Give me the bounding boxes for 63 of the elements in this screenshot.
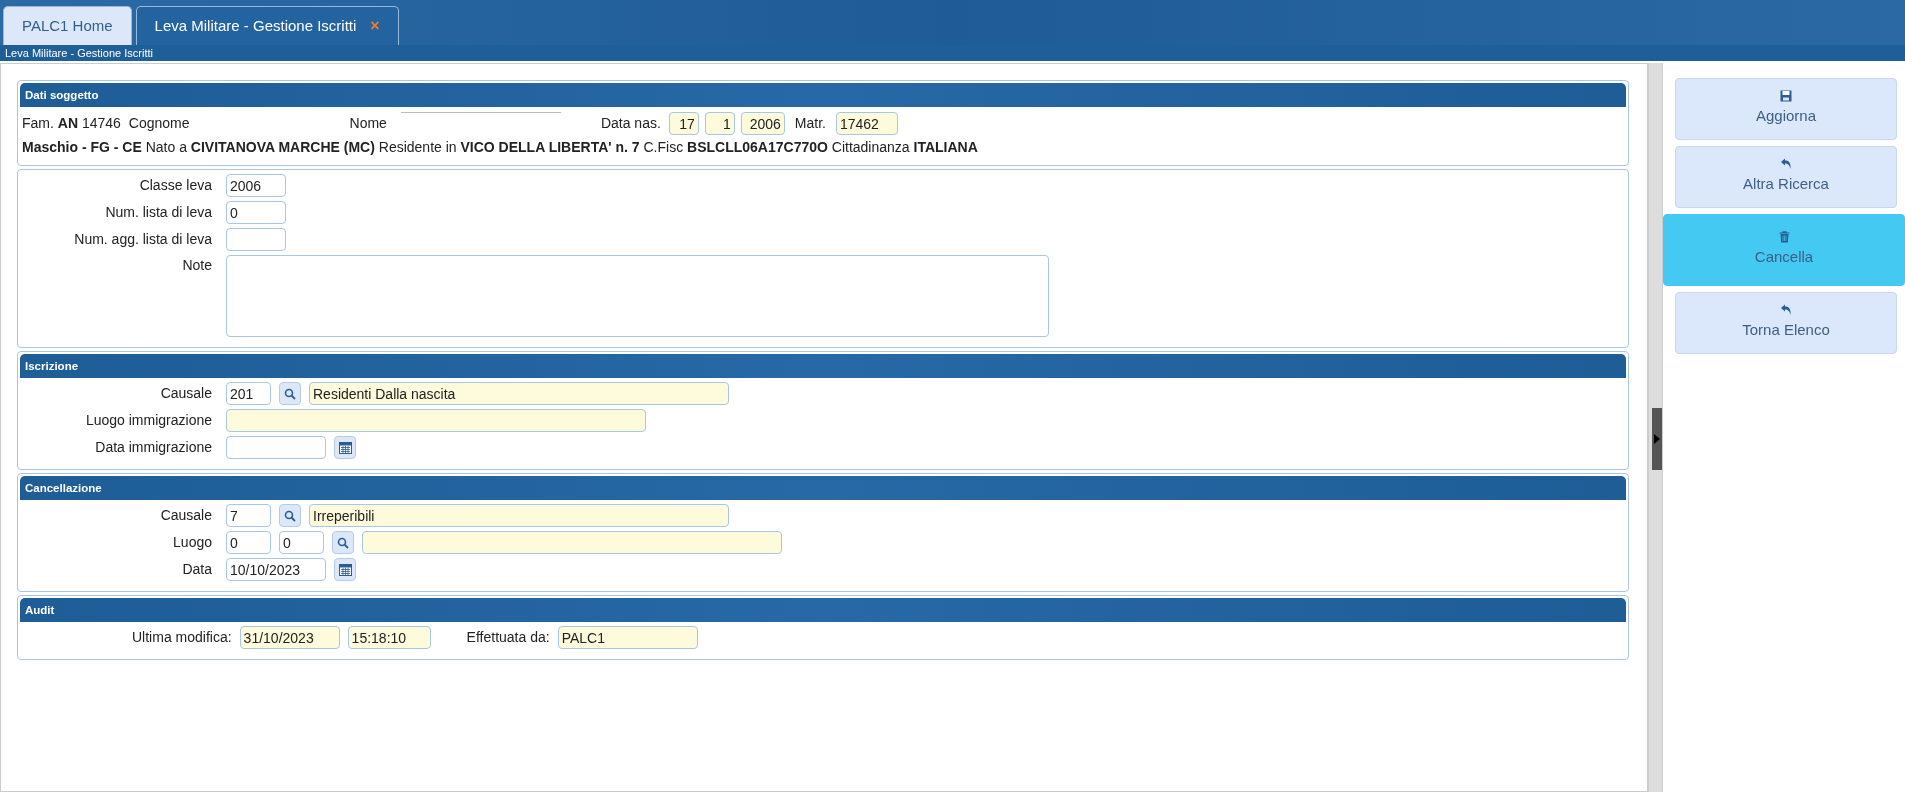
tab[interactable]: PALC1 Home [3,6,132,45]
input-field[interactable] [226,409,646,432]
search-button[interactable] [279,382,301,405]
field-label: Data [181,560,213,579]
field-label: Luogo [172,533,213,552]
splitter-handle[interactable] [1652,408,1662,470]
field-label: Ultima modifica: [132,628,232,647]
input-field[interactable]: Residenti Dalla nascita [309,382,729,405]
family-text: Fam. AN 14746 [22,114,121,133]
input-field[interactable]: Irreperibili [309,504,729,527]
field-label: Num. agg. lista di leva [73,230,213,249]
input-field[interactable] [226,436,326,459]
input-field[interactable]: 0 [226,531,271,554]
subject-details: Maschio - FG - CE Nato a CIVITANOVA MARCHE (MC) Residente in VICO DELLA LIBERTA' n. 7 C.Fisc BSLCLL06A17C770O Cittadinanza ITALIANA [22,138,978,157]
input-field[interactable]: 201 [226,382,271,405]
input-field[interactable]: 10/10/2023 [226,558,326,581]
action-button[interactable]: Cancella [1663,214,1905,286]
field-label: Cognome [128,114,190,133]
input-field[interactable]: 31/10/2023 [239,626,340,649]
input-field[interactable]: PALC1 [557,626,698,649]
input-field[interactable]: 0 [279,531,324,554]
section-header: Iscrizione [20,354,1626,378]
action-button[interactable]: Aggiorna [1675,78,1897,140]
search-icon [337,536,349,549]
field-label: Data nas. [600,114,661,133]
save-icon [1780,90,1792,103]
field-label: Effettuata da: [466,628,550,647]
date-field[interactable]: 2006 [740,112,785,135]
search-icon [284,509,296,522]
breadcrumb: Leva Militare - Gestione Iscritti [0,45,1905,61]
section-header: Audit [20,598,1626,622]
trash-icon [1778,231,1790,244]
field-label: Matr. [794,114,826,133]
action-button[interactable]: Torna Elenco [1675,292,1897,354]
input-field[interactable]: 0 [226,201,286,224]
field-label: Causale [159,384,213,403]
field-label: Causale [159,506,213,525]
action-button[interactable]: Altra Ricerca [1675,146,1897,208]
input-field[interactable]: 15:18:10 [347,626,431,649]
search-icon [284,387,296,400]
serial-field[interactable]: 17462 [835,112,898,135]
calendar-icon [338,441,352,454]
field-label: Nome [349,114,387,133]
search-button[interactable] [332,531,354,554]
search-button[interactable] [279,504,301,527]
field-label: Note [181,256,213,275]
input-field[interactable] [362,531,782,554]
tab[interactable]: Leva Militare - Gestione Iscritti × [135,6,399,45]
field-label: Data immigrazione [94,438,213,457]
field-label: Classe leva [138,176,213,195]
field-label: Num. lista di leva [104,203,213,222]
section-header: Cancellazione [20,476,1626,500]
input-field[interactable]: 7 [226,504,271,527]
calendar-button[interactable] [334,436,356,459]
section-header: Dati soggetto [20,83,1626,107]
field-label: Luogo immigrazione [84,411,213,430]
date-field[interactable]: 1 [704,112,735,135]
text-area[interactable] [226,255,1049,337]
calendar-icon [338,563,352,576]
date-field[interactable]: 17 [668,112,699,135]
input-field[interactable]: 2006 [226,174,286,197]
input-field[interactable] [226,228,286,251]
calendar-button[interactable] [334,558,356,581]
